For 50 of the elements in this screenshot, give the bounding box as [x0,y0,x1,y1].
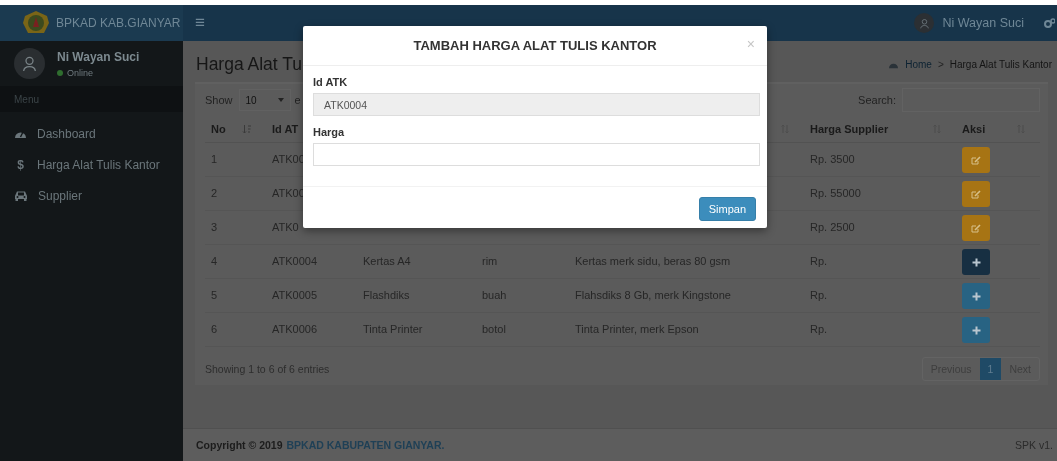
menu-icon[interactable]: ≡ [195,13,205,33]
page-size-select[interactable]: 10 [238,89,291,111]
entries-label: e [294,94,301,106]
edit-icon [971,189,981,199]
sidebar-item[interactable]: $ Harga Alat Tulis Kantor [0,149,183,180]
save-button[interactable]: Simpan [698,197,756,221]
edit-icon [971,155,981,165]
footer-link[interactable]: BPKAD KABUPATEN GIANYAR. [286,439,445,451]
online-dot-icon [57,69,63,76]
column-header[interactable]: No [211,123,226,135]
add-button[interactable] [962,317,990,343]
emblem-logo [22,10,50,36]
column-header[interactable]: Harga Supplier [810,123,889,135]
edit-button[interactable] [962,147,990,173]
sidebar-item[interactable]: Supplier [0,180,183,211]
breadcrumb-separator: > [937,58,944,70]
breadcrumb-link[interactable]: Harga Alat Tulis Kantor [949,58,1052,70]
field-label: Harga [313,126,346,138]
column-header[interactable]: Aksi [962,123,986,135]
add-button[interactable] [962,249,990,275]
brand-title: BPKAD KAB.GIANYAR [56,16,181,30]
user-avatar-icon [14,48,45,79]
search-label: Search: [858,94,896,106]
breadcrumb-link[interactable]: Home [905,58,932,70]
input-field[interactable]: ATK0004 [313,93,760,116]
plus-icon [971,291,981,301]
column-header[interactable]: Id AT [272,123,299,135]
dollar-icon: $ [14,157,27,172]
edit-button[interactable] [962,181,990,207]
add-button[interactable] [962,283,990,309]
plus-icon [971,257,981,267]
modal-title: TAMBAH HARGA ALAT TULIS KANTOR [413,38,657,53]
user-status: Online [67,67,93,78]
close-button[interactable]: × [746,36,755,52]
show-label: Show [205,94,233,106]
plus-icon [971,325,981,335]
edit-button[interactable] [962,215,990,241]
page-button[interactable]: 1 [979,358,1002,380]
user-avatar-icon [914,13,935,33]
user-name: Ni Wayan Suci [57,49,140,64]
caret-icon [277,98,284,102]
user-name[interactable]: Ni Wayan Suci [942,16,1024,30]
input-field[interactable] [313,143,760,166]
sidebar-item[interactable]: Dashboard [0,118,183,149]
field-label: Id ATK [313,76,349,88]
gears-icon[interactable] [1044,17,1055,29]
page-title: Harga Alat Tu [196,53,303,75]
copyright-text: Copyright © 2019 [196,439,283,451]
edit-icon [971,223,981,233]
car-icon [14,190,28,201]
